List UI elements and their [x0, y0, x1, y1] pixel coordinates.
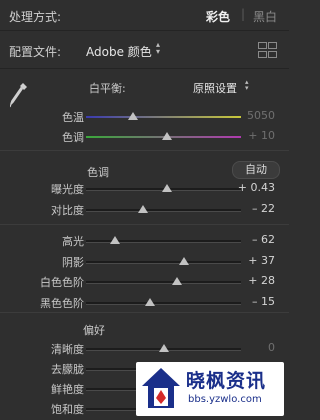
slider-value[interactable]: – 15	[252, 295, 275, 308]
profile-browser-grid-icon[interactable]	[258, 42, 277, 58]
divider	[0, 224, 289, 225]
slider-label: 色调	[62, 131, 84, 144]
watermark-title: 晓枫资讯	[186, 370, 267, 392]
slider-label: 阴影	[62, 255, 84, 269]
slider-row: 对比度 – 22	[0, 200, 289, 219]
slider-track[interactable]	[86, 116, 241, 118]
slider-thumb[interactable]	[161, 132, 172, 140]
slider-value[interactable]: + 0.43	[238, 181, 275, 194]
slider-label: 对比度	[51, 204, 84, 217]
slider-label: 清晰度	[51, 343, 84, 356]
slider-label: 曝光度	[51, 183, 84, 196]
treatment-bw-button[interactable]: 黑白	[253, 8, 277, 25]
slider-row: 色调 + 10	[0, 127, 289, 146]
slider-row: 曝光度 + 0.43	[0, 179, 289, 198]
slider-thumb[interactable]	[110, 236, 121, 244]
slider-track[interactable]	[86, 209, 241, 212]
slider-label: 黑色色阶	[40, 296, 84, 310]
watermark-house-icon	[142, 368, 180, 408]
tone-section-title: 色调	[87, 166, 109, 179]
white-balance-label: 白平衡:	[89, 82, 126, 95]
slider-row: 阴影 + 37	[0, 252, 289, 271]
white-balance-dropdown[interactable]: 原照设置	[193, 80, 237, 96]
white-balance-eyedropper-icon[interactable]	[10, 82, 28, 108]
slider-row: 白色色阶 + 28	[0, 272, 289, 291]
slider-track[interactable]	[86, 240, 241, 243]
profile-dropdown[interactable]: Adobe 颜色	[86, 43, 152, 60]
auto-tone-button[interactable]: 自动	[232, 161, 280, 179]
treatment-divider: |	[241, 7, 246, 21]
divider	[0, 150, 289, 151]
presence-section-title: 偏好	[83, 324, 105, 337]
slider-track[interactable]	[86, 281, 241, 284]
slider-label: 高光	[62, 235, 84, 248]
slider-row: 清晰度 0	[0, 339, 289, 358]
watermark-url: bbs.yzwlo.com	[188, 394, 262, 405]
slider-value[interactable]: + 28	[248, 274, 275, 287]
white-balance-chevron-icon[interactable]: ▴ ▾	[245, 79, 249, 92]
slider-label: 饱和度	[51, 403, 84, 416]
slider-value[interactable]: 0	[268, 341, 275, 354]
slider-row: 高光 – 62	[0, 231, 289, 250]
divider	[0, 30, 289, 31]
slider-value[interactable]: – 62	[252, 233, 275, 246]
slider-thumb[interactable]	[127, 112, 138, 120]
slider-thumb[interactable]	[161, 184, 172, 192]
slider-label: 去朦胧	[51, 363, 84, 376]
slider-track[interactable]	[86, 260, 241, 264]
slider-row: 色温 5050	[0, 107, 289, 126]
slider-label: 色温	[62, 111, 84, 124]
slider-thumb[interactable]	[144, 297, 155, 306]
slider-thumb[interactable]	[172, 277, 183, 285]
slider-row: 黑色色阶 – 15	[0, 293, 289, 312]
slider-value[interactable]: + 10	[248, 129, 275, 142]
treatment-color-button[interactable]: 彩色	[206, 8, 230, 25]
slider-thumb[interactable]	[158, 344, 169, 352]
slider-track[interactable]	[86, 301, 241, 305]
treatment-label: 处理方式:	[9, 10, 62, 24]
divider	[0, 312, 289, 313]
slider-label: 鲜艳度	[51, 383, 84, 396]
profile-chevron-icon[interactable]: ▴ ▾	[156, 41, 160, 56]
slider-thumb[interactable]	[178, 256, 189, 265]
slider-label: 白色色阶	[40, 276, 84, 289]
profile-label: 配置文件:	[9, 45, 62, 59]
slider-value[interactable]: – 22	[252, 202, 275, 215]
divider	[0, 68, 289, 69]
watermark-logo: 晓枫资讯 bbs.yzwlo.com	[136, 362, 284, 416]
slider-value[interactable]: 5050	[247, 109, 275, 122]
slider-value[interactable]: + 37	[248, 254, 275, 267]
slider-thumb[interactable]	[138, 205, 149, 213]
